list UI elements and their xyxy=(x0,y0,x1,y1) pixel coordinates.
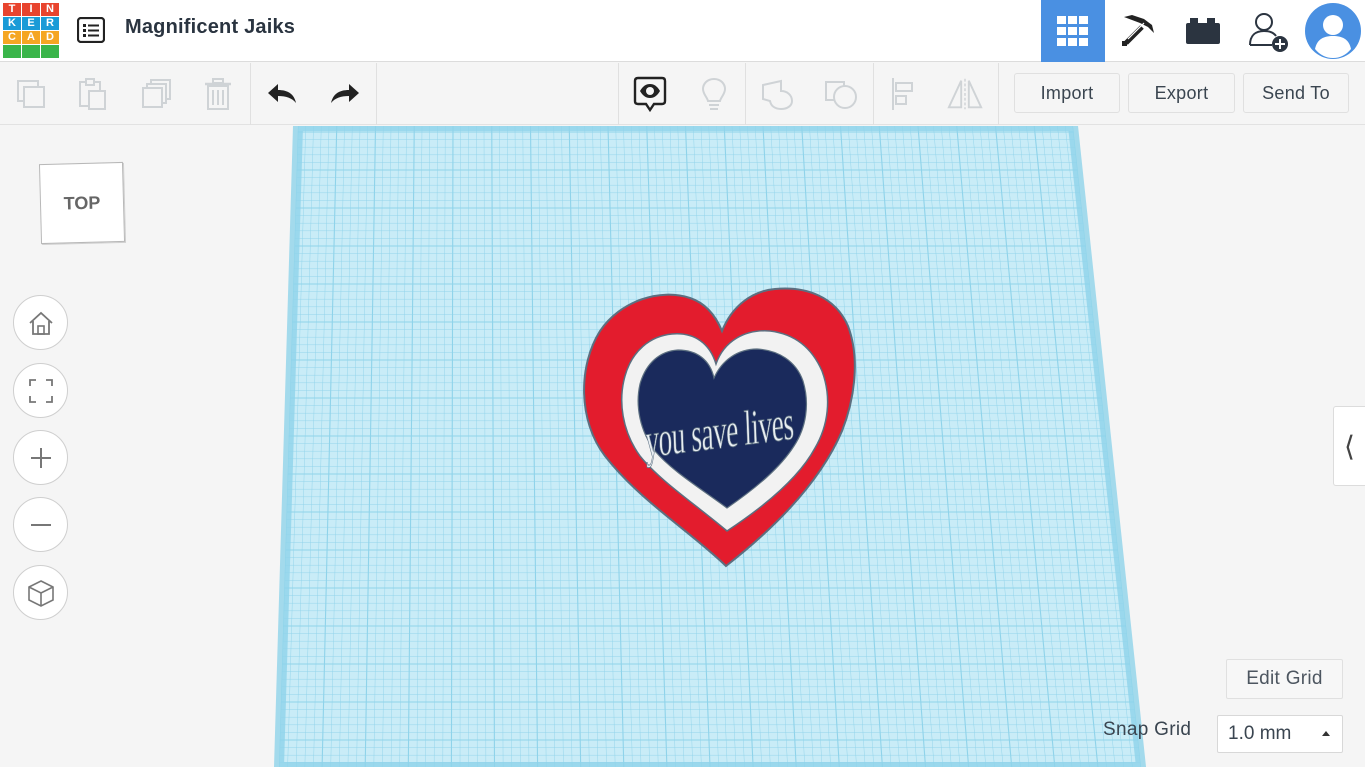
avatar-icon xyxy=(1305,3,1361,59)
logo-tile: N xyxy=(41,3,59,16)
ungroup-icon xyxy=(825,81,857,109)
workplane-grid[interactable]: you save lives xyxy=(0,126,1365,767)
undo-button[interactable] xyxy=(264,75,302,113)
paste-icon xyxy=(79,78,106,110)
mirror-button[interactable] xyxy=(946,75,984,113)
logo-tile: R xyxy=(41,17,59,30)
chevron-left-icon: ⟨ xyxy=(1344,430,1355,462)
duplicate-icon xyxy=(142,79,171,108)
grid-view-icon xyxy=(1057,16,1088,46)
logo-tile: D xyxy=(41,31,59,44)
logo-tile: T xyxy=(3,3,21,16)
redo-icon xyxy=(331,84,359,103)
blocks-view-button[interactable] xyxy=(1106,0,1170,62)
undo-icon xyxy=(268,84,296,103)
fit-view-button[interactable] xyxy=(13,363,68,418)
design-menu-button[interactable] xyxy=(76,15,106,45)
toolbar-divider xyxy=(250,63,251,125)
design-title[interactable]: Magnificent Jaiks xyxy=(125,16,295,39)
view-cube[interactable]: TOP xyxy=(38,161,126,245)
ungroup-button[interactable] xyxy=(822,75,860,113)
logo-tile xyxy=(41,45,59,58)
align-icon xyxy=(892,78,913,110)
toolbar-divider xyxy=(745,63,746,125)
zoom-in-button[interactable] xyxy=(13,430,68,485)
cube-icon xyxy=(27,579,54,607)
logo-tile xyxy=(22,45,40,58)
view-cube-top-label: TOP xyxy=(63,192,101,213)
delete-button[interactable] xyxy=(199,75,237,113)
logo-tile: A xyxy=(22,31,40,44)
bricks-view-button[interactable] xyxy=(1171,0,1235,62)
edit-toolbar: Import Export Send To xyxy=(0,63,1365,125)
show-all-button[interactable] xyxy=(631,75,669,113)
bricks-icon xyxy=(1186,18,1220,44)
snap-grid-label: Snap Grid xyxy=(1103,719,1192,740)
paste-button[interactable] xyxy=(73,75,111,113)
group-button[interactable] xyxy=(758,75,796,113)
user-avatar-button[interactable] xyxy=(1301,0,1365,62)
logo-tile: E xyxy=(22,17,40,30)
align-button[interactable] xyxy=(885,75,923,113)
tinkercad-logo[interactable]: TIN KER CAD xyxy=(3,3,59,59)
minus-icon xyxy=(30,523,51,526)
home-icon xyxy=(28,311,53,335)
zoom-out-button[interactable] xyxy=(13,497,68,552)
mirror-icon xyxy=(947,78,983,110)
notes-button[interactable] xyxy=(695,75,733,113)
group-icon xyxy=(762,79,794,111)
duplicate-button[interactable] xyxy=(137,75,175,113)
snap-grid-select[interactable]: 1.0 mm xyxy=(1217,715,1343,753)
home-view-button[interactable] xyxy=(13,295,68,350)
trash-icon xyxy=(205,78,231,110)
send-to-button[interactable]: Send To xyxy=(1243,73,1349,113)
export-button[interactable]: Export xyxy=(1128,73,1235,113)
top-header: TIN KER CAD Magnificent Jaiks xyxy=(0,0,1365,62)
toolbar-divider xyxy=(873,63,874,125)
toolbar-divider xyxy=(376,63,377,125)
redo-button[interactable] xyxy=(325,75,363,113)
copy-button[interactable] xyxy=(12,75,50,113)
3d-design-view-button[interactable] xyxy=(1041,0,1105,62)
invite-user-button[interactable] xyxy=(1236,0,1300,62)
pickaxe-icon xyxy=(1122,15,1154,46)
import-button[interactable]: Import xyxy=(1014,73,1120,113)
plus-icon xyxy=(30,447,51,468)
logo-tile: C xyxy=(3,31,21,44)
list-icon xyxy=(77,17,105,43)
workplane-canvas[interactable]: you save lives TOP ⟨ Edit Grid Snap Grid… xyxy=(0,126,1365,767)
tinkercad-editor: TIN KER CAD Magnificent Jaiks Import Expor… xyxy=(0,0,1365,767)
edit-grid-button[interactable]: Edit Grid xyxy=(1226,659,1343,699)
lightbulb-icon xyxy=(701,77,727,110)
speech-eye-icon xyxy=(633,76,667,113)
copy-icon xyxy=(17,80,45,108)
toolbar-divider xyxy=(618,63,619,125)
caret-up-icon xyxy=(1322,731,1330,736)
logo-tile xyxy=(3,45,21,58)
logo-tile: I xyxy=(22,3,40,16)
snap-grid-value: 1.0 mm xyxy=(1228,723,1292,744)
shapes-panel-toggle[interactable]: ⟨ xyxy=(1333,406,1365,486)
fit-view-icon xyxy=(28,378,53,403)
add-user-icon xyxy=(1249,13,1288,52)
logo-tile: K xyxy=(3,17,21,30)
toolbar-divider xyxy=(998,63,999,125)
perspective-toggle-button[interactable] xyxy=(13,565,68,620)
